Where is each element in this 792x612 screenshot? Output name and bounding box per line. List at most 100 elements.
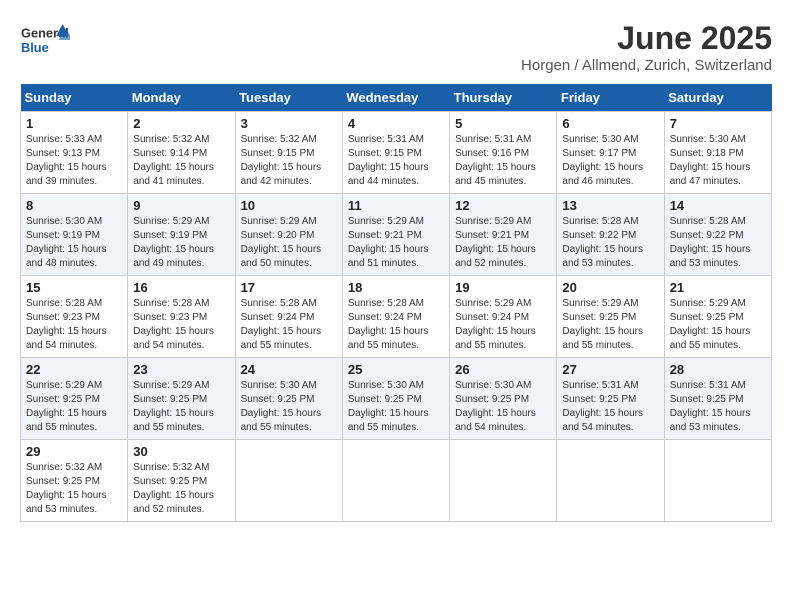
day-number: 5 (455, 116, 551, 131)
day-info: Sunrise: 5:29 AM Sunset: 9:21 PM Dayligh… (348, 215, 444, 271)
day-info: Sunrise: 5:29 AM Sunset: 9:25 PM Dayligh… (26, 379, 122, 435)
sunrise-text: Sunrise: 5:29 AM (348, 216, 424, 227)
sunset-text: Sunset: 9:22 PM (562, 230, 636, 241)
sunset-text: Sunset: 9:25 PM (455, 394, 529, 405)
table-row: 13 Sunrise: 5:28 AM Sunset: 9:22 PM Dayl… (557, 194, 664, 276)
day-info: Sunrise: 5:28 AM Sunset: 9:23 PM Dayligh… (133, 297, 229, 353)
day-number: 24 (241, 362, 337, 377)
day-number: 14 (670, 198, 766, 213)
day-info: Sunrise: 5:32 AM Sunset: 9:15 PM Dayligh… (241, 133, 337, 189)
calendar-week-row: 8 Sunrise: 5:30 AM Sunset: 9:19 PM Dayli… (21, 194, 772, 276)
table-row: 16 Sunrise: 5:28 AM Sunset: 9:23 PM Dayl… (128, 276, 235, 358)
day-number: 17 (241, 280, 337, 295)
day-number: 20 (562, 280, 658, 295)
day-info: Sunrise: 5:28 AM Sunset: 9:22 PM Dayligh… (562, 215, 658, 271)
sunrise-text: Sunrise: 5:30 AM (670, 134, 746, 145)
sunrise-text: Sunrise: 5:31 AM (562, 380, 638, 391)
table-row: 2 Sunrise: 5:32 AM Sunset: 9:14 PM Dayli… (128, 112, 235, 194)
table-row (664, 440, 771, 522)
col-monday: Monday (128, 84, 235, 112)
daylight-text: Daylight: 15 hours and 55 minutes. (455, 326, 536, 351)
col-thursday: Thursday (450, 84, 557, 112)
daylight-text: Daylight: 15 hours and 48 minutes. (26, 244, 107, 269)
calendar-table: Sunday Monday Tuesday Wednesday Thursday… (20, 84, 772, 522)
daylight-text: Daylight: 15 hours and 49 minutes. (133, 244, 214, 269)
sunset-text: Sunset: 9:19 PM (133, 230, 207, 241)
sunset-text: Sunset: 9:18 PM (670, 148, 744, 159)
day-number: 22 (26, 362, 122, 377)
sunset-text: Sunset: 9:22 PM (670, 230, 744, 241)
day-info: Sunrise: 5:31 AM Sunset: 9:16 PM Dayligh… (455, 133, 551, 189)
day-info: Sunrise: 5:31 AM Sunset: 9:25 PM Dayligh… (562, 379, 658, 435)
day-info: Sunrise: 5:29 AM Sunset: 9:25 PM Dayligh… (133, 379, 229, 435)
daylight-text: Daylight: 15 hours and 44 minutes. (348, 162, 429, 187)
sunset-text: Sunset: 9:16 PM (455, 148, 529, 159)
col-tuesday: Tuesday (235, 84, 342, 112)
sunrise-text: Sunrise: 5:28 AM (133, 298, 209, 309)
sunset-text: Sunset: 9:24 PM (241, 312, 315, 323)
day-number: 16 (133, 280, 229, 295)
table-row: 24 Sunrise: 5:30 AM Sunset: 9:25 PM Dayl… (235, 358, 342, 440)
sunrise-text: Sunrise: 5:32 AM (133, 462, 209, 473)
calendar-week-row: 1 Sunrise: 5:33 AM Sunset: 9:13 PM Dayli… (21, 112, 772, 194)
sunrise-text: Sunrise: 5:29 AM (562, 298, 638, 309)
table-row: 17 Sunrise: 5:28 AM Sunset: 9:24 PM Dayl… (235, 276, 342, 358)
calendar-week-row: 22 Sunrise: 5:29 AM Sunset: 9:25 PM Dayl… (21, 358, 772, 440)
table-row (235, 440, 342, 522)
day-number: 28 (670, 362, 766, 377)
sunrise-text: Sunrise: 5:29 AM (133, 216, 209, 227)
daylight-text: Daylight: 15 hours and 53 minutes. (670, 244, 751, 269)
day-info: Sunrise: 5:28 AM Sunset: 9:23 PM Dayligh… (26, 297, 122, 353)
daylight-text: Daylight: 15 hours and 54 minutes. (562, 408, 643, 433)
table-row: 29 Sunrise: 5:32 AM Sunset: 9:25 PM Dayl… (21, 440, 128, 522)
table-row: 23 Sunrise: 5:29 AM Sunset: 9:25 PM Dayl… (128, 358, 235, 440)
table-row: 1 Sunrise: 5:33 AM Sunset: 9:13 PM Dayli… (21, 112, 128, 194)
sunset-text: Sunset: 9:25 PM (670, 312, 744, 323)
sunrise-text: Sunrise: 5:29 AM (670, 298, 746, 309)
day-number: 3 (241, 116, 337, 131)
daylight-text: Daylight: 15 hours and 39 minutes. (26, 162, 107, 187)
daylight-text: Daylight: 15 hours and 54 minutes. (26, 326, 107, 351)
day-info: Sunrise: 5:30 AM Sunset: 9:19 PM Dayligh… (26, 215, 122, 271)
table-row: 9 Sunrise: 5:29 AM Sunset: 9:19 PM Dayli… (128, 194, 235, 276)
day-number: 19 (455, 280, 551, 295)
table-row: 4 Sunrise: 5:31 AM Sunset: 9:15 PM Dayli… (342, 112, 449, 194)
sunset-text: Sunset: 9:25 PM (670, 394, 744, 405)
daylight-text: Daylight: 15 hours and 55 minutes. (562, 326, 643, 351)
daylight-text: Daylight: 15 hours and 54 minutes. (455, 408, 536, 433)
day-number: 15 (26, 280, 122, 295)
col-saturday: Saturday (664, 84, 771, 112)
table-row: 3 Sunrise: 5:32 AM Sunset: 9:15 PM Dayli… (235, 112, 342, 194)
table-row: 12 Sunrise: 5:29 AM Sunset: 9:21 PM Dayl… (450, 194, 557, 276)
col-sunday: Sunday (21, 84, 128, 112)
daylight-text: Daylight: 15 hours and 41 minutes. (133, 162, 214, 187)
sunset-text: Sunset: 9:20 PM (241, 230, 315, 241)
table-row: 20 Sunrise: 5:29 AM Sunset: 9:25 PM Dayl… (557, 276, 664, 358)
daylight-text: Daylight: 15 hours and 55 minutes. (241, 408, 322, 433)
daylight-text: Daylight: 15 hours and 55 minutes. (348, 326, 429, 351)
table-row: 10 Sunrise: 5:29 AM Sunset: 9:20 PM Dayl… (235, 194, 342, 276)
table-row: 6 Sunrise: 5:30 AM Sunset: 9:17 PM Dayli… (557, 112, 664, 194)
table-row: 18 Sunrise: 5:28 AM Sunset: 9:24 PM Dayl… (342, 276, 449, 358)
sunrise-text: Sunrise: 5:33 AM (26, 134, 102, 145)
day-number: 4 (348, 116, 444, 131)
day-number: 10 (241, 198, 337, 213)
daylight-text: Daylight: 15 hours and 47 minutes. (670, 162, 751, 187)
daylight-text: Daylight: 15 hours and 46 minutes. (562, 162, 643, 187)
sunset-text: Sunset: 9:25 PM (241, 394, 315, 405)
daylight-text: Daylight: 15 hours and 52 minutes. (133, 490, 214, 515)
day-info: Sunrise: 5:28 AM Sunset: 9:24 PM Dayligh… (241, 297, 337, 353)
sunset-text: Sunset: 9:21 PM (348, 230, 422, 241)
daylight-text: Daylight: 15 hours and 55 minutes. (133, 408, 214, 433)
daylight-text: Daylight: 15 hours and 53 minutes. (670, 408, 751, 433)
calendar-week-row: 29 Sunrise: 5:32 AM Sunset: 9:25 PM Dayl… (21, 440, 772, 522)
day-info: Sunrise: 5:30 AM Sunset: 9:18 PM Dayligh… (670, 133, 766, 189)
day-number: 29 (26, 444, 122, 459)
day-info: Sunrise: 5:29 AM Sunset: 9:20 PM Dayligh… (241, 215, 337, 271)
sunrise-text: Sunrise: 5:31 AM (348, 134, 424, 145)
sunrise-text: Sunrise: 5:28 AM (670, 216, 746, 227)
sunset-text: Sunset: 9:23 PM (133, 312, 207, 323)
sunset-text: Sunset: 9:15 PM (348, 148, 422, 159)
svg-text:Blue: Blue (21, 40, 49, 55)
table-row: 14 Sunrise: 5:28 AM Sunset: 9:22 PM Dayl… (664, 194, 771, 276)
